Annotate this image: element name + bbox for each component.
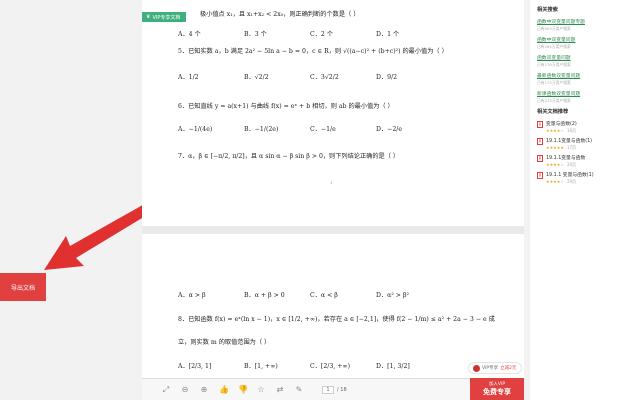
option: A．4 个	[178, 31, 201, 38]
related-search-item[interactable]: 函数中双变量问题专题 已有903万用户搜索	[537, 18, 634, 32]
question-6-options: A．−1/(4e) B．−1/(2e) C．−1/e D．−2/e	[178, 124, 478, 133]
option: A．1/2	[178, 74, 199, 81]
fullscreen-icon[interactable]: ⤢	[162, 385, 170, 394]
question-4-options: A．4 个 B．3 个 C．2 个 D．1 个	[178, 29, 478, 38]
related-docs-list: P 变量与函数(2) ★★★★☆ 16页 P 19.1.1变量与函数(1) ★★★…	[537, 120, 634, 185]
document-viewer[interactable]: ♛ VIP专享文档 极小值点 x₁，且 x₁+x₂ < 2x₀，则正确判断的个数…	[142, 0, 524, 378]
pdf-file-icon: P	[537, 121, 543, 128]
related-doc-title[interactable]: 19.1.1变量与函数(1)	[546, 137, 592, 144]
zoom-out-icon[interactable]: ⊖	[181, 385, 189, 394]
document-page-1: ♛ VIP专享文档 极小值点 x₁，且 x₁+x₂ < 2x₀，则正确判断的个数…	[142, 0, 524, 226]
option: B．[1, +∞)	[244, 363, 278, 370]
option: C．−1/e	[310, 126, 336, 133]
related-searches-title: 相关搜索	[537, 7, 558, 13]
join-vip-button[interactable]: 加入VIP 免费专享	[470, 378, 524, 400]
option: B．√2/2	[244, 74, 269, 81]
option: A．−1/(4e)	[178, 126, 213, 133]
pdf-file-icon: P	[537, 155, 543, 162]
option: B．3 个	[244, 31, 267, 38]
option: C．2 个	[310, 31, 334, 38]
vip-document-tag: ♛ VIP专享文档	[142, 12, 187, 22]
option: D．9/2	[376, 74, 398, 81]
question-8-options: A．[2/3, 1] B．[1, +∞) C．[2/3, +∞) D．[1, 3…	[178, 361, 478, 370]
related-search-link[interactable]: 函数双变量问题	[537, 54, 634, 61]
vip-avatar-icon	[473, 364, 480, 372]
rating-stars: ★★★★☆	[546, 162, 564, 167]
related-search-item[interactable]: 函数中双变量问题 已有264万用户搜索	[537, 36, 634, 50]
option: D．α² > β²	[376, 292, 409, 299]
related-search-count: 已有178万用户搜索	[537, 62, 571, 67]
option: C．[2/3, +∞)	[310, 363, 350, 370]
related-search-count: 已有275万用户搜索	[537, 98, 571, 103]
related-search-link[interactable]: 函数中双变量问题	[537, 36, 634, 43]
page-indicator: 1 / 18	[322, 385, 347, 394]
red-arrow-icon	[44, 202, 152, 270]
related-doc-title[interactable]: 19.1.1 变量与函数(1)	[546, 171, 594, 178]
related-doc-item[interactable]: P 19.1.1 变量与函数(1) ★★★★☆ 29页	[537, 171, 634, 185]
option: B．α + β > 0	[244, 292, 285, 299]
question-7: 7．α，β ∈ [−π/2, π/2]，且 α sin α − β sin β …	[178, 153, 400, 160]
related-doc-title[interactable]: 变量与函数(2)	[546, 120, 577, 127]
rating-stars: ★★★★★	[546, 145, 564, 150]
share-icon[interactable]: ⇄	[276, 385, 284, 394]
doc-pages: 17页	[566, 145, 577, 150]
pdf-file-icon: P	[537, 172, 543, 179]
option: C．3√2/2	[310, 74, 339, 81]
crown-icon: ♛	[146, 14, 151, 20]
option: A．α > β	[178, 292, 206, 299]
pdf-file-icon: P	[537, 138, 543, 145]
question-5-options: A．1/2 B．√2/2 C．3√2/2 D．9/2	[178, 72, 478, 81]
zoom-in-icon[interactable]: ⊕	[200, 385, 208, 394]
related-search-count: 已有175万用户搜索	[537, 80, 571, 85]
related-docs-title: 相关文档推荐	[537, 109, 569, 115]
right-sidebar: 相关搜索 函数中双变量问题专题 已有903万用户搜索 函数中双变量问题 已有26…	[530, 0, 640, 400]
question-6: 6．已知直线 y = a(x+1) 与曲线 f(x) = eˣ + b 相切，则…	[178, 103, 394, 110]
option: D．[1, 3/2]	[376, 363, 410, 370]
vip-float-highlight: 立减2元	[500, 366, 517, 371]
question-4-tail: 极小值点 x₁，且 x₁+x₂ < 2x₀，则正确判断的个数是（ ）	[200, 11, 360, 18]
question-5: 5．已知实数 a，b 满足 2a² − 5ln a − b = 0，c ∈ R，…	[178, 48, 448, 55]
page-number: 1	[330, 180, 333, 185]
related-search-link[interactable]: 最新函数双变量问题	[537, 72, 634, 79]
rating-stars: ★★★★☆	[546, 128, 564, 133]
option: C．α < β	[310, 292, 338, 299]
thumbs-up-icon[interactable]: 👍	[219, 385, 229, 394]
related-doc-item[interactable]: P 19.1.1变量与函数 ★★★★☆ 20页	[537, 154, 634, 168]
page-number-input[interactable]: 1	[322, 385, 334, 394]
document-toolbar: ⤢ ⊖ ⊕ 👍 👎 ☆ ⇄ ✎ 1 / 18	[142, 378, 524, 400]
star-icon[interactable]: ☆	[257, 385, 265, 394]
export-document-button[interactable]: 导出文档	[0, 273, 46, 301]
vip-float-text: VIP专享	[482, 366, 499, 371]
related-search-item[interactable]: 最新函数双变量问题 已有175万用户搜索	[537, 72, 634, 86]
question-8-continued: 立，则实数 m 的取值范围为（ ）	[178, 339, 271, 346]
related-search-link[interactable]: 函数中双变量问题专题	[537, 18, 634, 25]
related-search-item[interactable]: 新课函数双变量问题 已有275万用户搜索	[537, 90, 634, 104]
question-7-options: A．α > β B．α + β > 0 C．α < β D．α² > β²	[178, 290, 478, 299]
doc-pages: 16页	[566, 128, 577, 133]
related-search-count: 已有903万用户搜索	[537, 26, 571, 31]
option: A．[2/3, 1]	[178, 363, 212, 370]
related-search-count: 已有264万用户搜索	[537, 44, 571, 49]
vip-discount-badge[interactable]: VIP专享 立减2元	[468, 362, 522, 374]
rating-stars: ★★★★☆	[546, 179, 564, 184]
question-8: 8．已知函数 f(x) = eˣ(ln x − 1)，x ∈ [1/2, +∞)…	[178, 316, 495, 323]
document-page-2: A．α > β B．α + β > 0 C．α < β D．α² > β² 8．…	[142, 234, 524, 378]
free-access-label: 免费专享	[483, 388, 511, 396]
option: B．−1/(2e)	[244, 126, 279, 133]
page-total: / 18	[337, 386, 347, 393]
related-doc-item[interactable]: P 变量与函数(2) ★★★★☆ 16页	[537, 120, 634, 134]
vip-tag-label: VIP专享文档	[152, 14, 181, 21]
doc-pages: 29页	[566, 179, 577, 184]
edit-icon[interactable]: ✎	[295, 385, 303, 394]
related-doc-item[interactable]: P 19.1.1变量与函数(1) ★★★★★ 17页	[537, 137, 634, 151]
related-search-link[interactable]: 新课函数双变量问题	[537, 90, 634, 97]
option: D．−2/e	[376, 126, 403, 133]
thumbs-down-icon[interactable]: 👎	[238, 385, 248, 394]
doc-pages: 20页	[566, 162, 577, 167]
option: D．1 个	[376, 31, 400, 38]
related-search-item[interactable]: 函数双变量问题 已有178万用户搜索	[537, 54, 634, 68]
related-doc-title[interactable]: 19.1.1变量与函数	[546, 154, 585, 161]
